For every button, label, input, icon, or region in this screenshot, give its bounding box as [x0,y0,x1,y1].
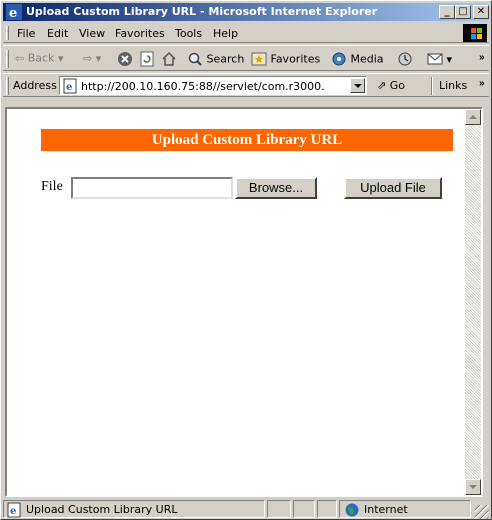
title-bar[interactable]: e Upload Custom Library URL - Microsoft … [3,3,489,21]
resize-grip[interactable] [475,505,489,519]
upload-file-button[interactable]: Upload File [344,177,442,199]
media-button[interactable]: Media [331,51,384,67]
menu-help[interactable]: Help [213,27,238,40]
status-zone-pane[interactable]: Internet [339,500,471,518]
close-button[interactable]: ✕ [473,5,489,19]
window-title: Upload Custom Library URL - Microsoft In… [26,5,378,18]
security-zone-text: Internet [364,503,408,516]
menu-file[interactable]: File [17,27,35,40]
links-label[interactable]: Links [439,79,467,92]
forward-arrow-icon: ⇨ [83,51,93,65]
page-body: Upload Custom Library URL File Browse...… [7,109,467,495]
go-label: Go [389,79,405,92]
vertical-scrollbar[interactable] [465,109,481,495]
globe-icon [345,503,359,517]
links-separator [431,77,433,95]
back-arrow-icon: ⇦ [15,51,25,65]
svg-text:e: e [9,6,17,20]
go-arrow-icon: ⇗ [377,79,387,92]
stop-button[interactable] [117,51,133,67]
search-button[interactable]: Search [187,51,244,67]
page-icon: e [7,502,21,518]
address-grip[interactable] [6,77,9,95]
address-url: http://200.10.160.75:88//servlet/com.r30… [81,80,325,93]
favorites-icon [251,52,267,66]
status-bar: e Upload Custom Library URL Internet [3,499,489,519]
status-pane-lock [293,500,315,518]
menu-tools[interactable]: Tools [175,27,202,40]
forward-button[interactable]: ⇨ ▾ [83,51,101,67]
page-icon: e [63,78,77,94]
history-button[interactable] [397,51,413,67]
back-label: Back [27,51,55,65]
menu-grip[interactable] [6,26,9,40]
media-icon [332,52,346,66]
toolbar-grip[interactable] [6,50,9,68]
address-label: Address [13,79,57,92]
browse-button[interactable]: Browse... [235,177,317,199]
chevron-down-icon: ▾ [446,52,453,66]
back-button[interactable]: ⇦ Back ▾ [15,51,63,67]
toolbar-overflow-icon[interactable]: » [479,52,485,63]
refresh-button[interactable] [139,51,155,67]
status-text: Upload Custom Library URL [26,503,178,516]
go-button[interactable]: ⇗ Go [377,79,405,92]
browser-window: e Upload Custom Library URL - Microsoft … [0,0,492,520]
maximize-button[interactable]: □ [455,5,471,19]
status-pane-progress [267,500,291,518]
address-bar: Address e http://200.10.160.75:88//servl… [3,73,489,97]
search-label: Search [206,52,245,66]
minimize-button[interactable]: _ [439,5,455,19]
file-label: File [41,179,63,194]
refresh-icon [140,51,154,67]
scroll-down-button[interactable] [465,479,481,495]
favorites-label: Favorites [270,52,321,66]
windows-logo-icon [463,24,487,42]
svg-text:e: e [10,506,16,517]
favorites-button[interactable]: Favorites [251,51,320,67]
address-input[interactable]: e http://200.10.160.75:88//servlet/com.r… [59,76,367,95]
history-icon [398,52,412,66]
file-path-input[interactable] [71,177,233,199]
menu-bar: File Edit View Favorites Tools Help [3,23,489,43]
home-button[interactable] [161,51,177,67]
search-icon [188,52,202,66]
links-overflow-icon[interactable]: » [479,78,485,89]
stop-icon [118,52,132,66]
status-pane-blocked [317,500,337,518]
menu-favorites[interactable]: Favorites [115,27,165,40]
chevron-down-icon: ▾ [95,51,102,65]
scroll-up-button[interactable] [465,109,481,125]
mail-icon [427,53,443,65]
status-main-pane: e Upload Custom Library URL [3,500,265,518]
standard-toolbar: ⇦ Back ▾ ⇨ ▾ Search Favorites Media ▾ » [3,45,489,71]
media-label: Media [350,52,384,66]
home-icon [162,51,176,66]
page-content: Upload Custom Library URL File Browse...… [5,107,483,497]
mail-button[interactable]: ▾ [427,51,452,67]
svg-text:e: e [66,82,72,93]
menu-edit[interactable]: Edit [47,27,68,40]
ie-logo-icon: e [6,4,22,20]
address-dropdown-button[interactable] [350,78,365,93]
menu-view[interactable]: View [79,27,105,40]
chevron-down-icon: ▾ [57,51,64,65]
page-title: Upload Custom Library URL [41,129,453,151]
